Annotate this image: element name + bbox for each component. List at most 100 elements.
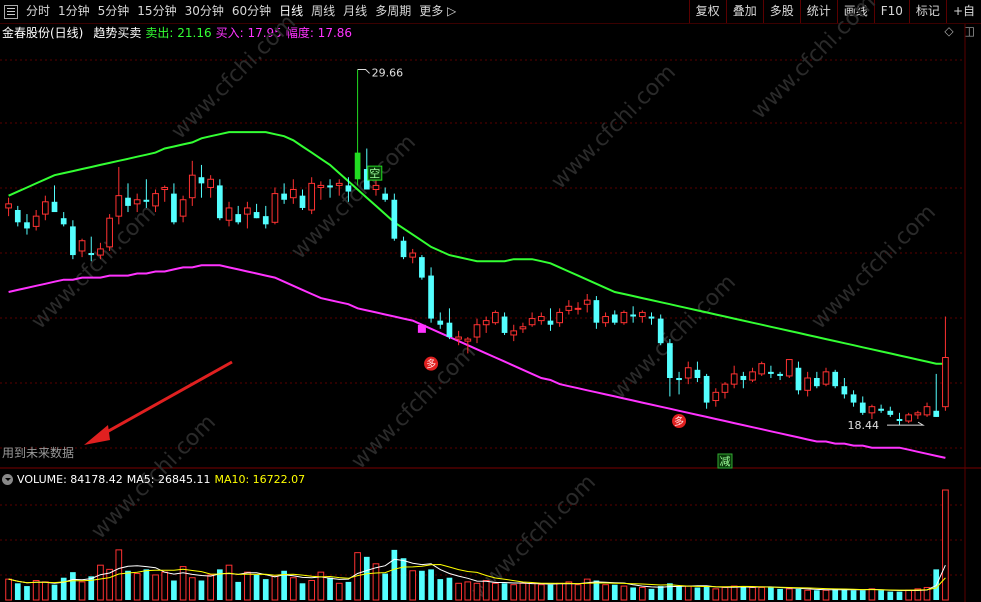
candle-body xyxy=(482,320,490,326)
volume-bar xyxy=(409,570,417,601)
volume-bar xyxy=(299,583,306,600)
candle-body xyxy=(171,193,177,223)
volume-bar xyxy=(188,577,196,601)
candle-body xyxy=(299,195,306,208)
candle-body xyxy=(923,406,931,416)
low-pointer xyxy=(887,421,925,426)
note-arrow-head xyxy=(84,425,110,445)
candle-body xyxy=(253,212,260,219)
volume-bar xyxy=(106,568,113,601)
volume-bar xyxy=(602,584,609,601)
volume-bar xyxy=(547,584,554,600)
candle-body xyxy=(832,371,839,387)
volume-bar xyxy=(859,590,866,600)
candle-body xyxy=(70,226,76,256)
candle-body xyxy=(712,391,720,402)
volume-bar xyxy=(363,556,370,600)
volume-bar xyxy=(896,591,903,600)
volume-bar xyxy=(60,577,67,600)
candle-body xyxy=(510,330,518,336)
volume-bar xyxy=(308,580,316,601)
volume-bar xyxy=(372,563,380,601)
candle-body xyxy=(942,357,949,408)
volume-bar xyxy=(437,579,444,600)
candle-body xyxy=(749,371,756,381)
candle-body xyxy=(896,418,903,422)
volume-bar xyxy=(464,581,472,601)
candle-body xyxy=(244,207,251,215)
candle-body xyxy=(262,216,269,225)
watermark-text: www.cfchi.com xyxy=(747,0,881,124)
volume-bar xyxy=(345,581,352,600)
volume-bar xyxy=(24,586,30,600)
volume-bar xyxy=(684,585,692,601)
candle-body xyxy=(24,222,30,229)
volume-bar xyxy=(721,586,729,601)
high-pointer xyxy=(357,68,370,74)
candle-body xyxy=(703,375,710,403)
volume-bar xyxy=(648,588,655,600)
volume-bar xyxy=(473,582,481,601)
future-data-note: 用到未来数据 xyxy=(2,446,75,460)
candle-body xyxy=(161,186,169,191)
volume-bar xyxy=(667,583,673,600)
candle-body xyxy=(78,240,86,252)
candle-body xyxy=(859,402,866,413)
candle-body xyxy=(657,318,664,344)
candle-body xyxy=(400,240,407,258)
volume-bar xyxy=(887,591,894,600)
kline-chart[interactable]: www.cfchi.comwww.cfchi.comwww.cfchi.comw… xyxy=(0,0,981,602)
jian-marker-label: 减 xyxy=(719,455,730,468)
volume-bar xyxy=(78,581,86,601)
volume-bar xyxy=(14,583,21,600)
candle-body xyxy=(60,218,67,225)
volume-bar xyxy=(620,585,628,601)
volume-bar xyxy=(253,574,260,600)
candle-body xyxy=(841,386,848,395)
candle-body xyxy=(97,248,104,256)
watermark-text: www.cfchi.com xyxy=(27,200,161,334)
volume-bar xyxy=(528,582,536,601)
volume-bar xyxy=(501,583,508,600)
volume-bar xyxy=(492,582,499,601)
candle-body xyxy=(409,252,417,258)
candle-body xyxy=(88,253,95,256)
candle-body xyxy=(455,336,462,340)
candle-body xyxy=(813,378,820,387)
volume-bar xyxy=(133,573,141,601)
volume-bar xyxy=(271,575,279,601)
volume-bar xyxy=(777,588,783,600)
candle-body xyxy=(648,316,655,319)
volume-bar xyxy=(97,564,104,601)
volume-bar xyxy=(611,584,618,600)
volume-bar xyxy=(207,574,214,601)
volume-bar xyxy=(446,577,453,600)
volume-bar xyxy=(510,584,518,601)
volume-info-line: VOLUME: 84178.42 MA5: 26845.11 MA10: 167… xyxy=(2,473,305,486)
volume-dropdown-icon[interactable] xyxy=(2,474,13,485)
candle-body xyxy=(464,338,472,342)
volume-bar xyxy=(32,580,40,601)
volume-bar xyxy=(832,588,839,600)
candle-body xyxy=(758,363,766,375)
candle-body xyxy=(611,314,618,323)
candle-body xyxy=(740,375,747,381)
candle-body xyxy=(51,201,58,213)
candle-body xyxy=(887,410,894,415)
volume-bar xyxy=(730,585,738,601)
candle-body xyxy=(428,275,434,319)
candle-body xyxy=(133,199,141,205)
duo-marker-label: 多 xyxy=(674,415,684,428)
candle-body xyxy=(730,373,738,385)
candle-body xyxy=(106,217,113,248)
candle-body xyxy=(281,193,287,200)
candle-body xyxy=(933,410,940,417)
watermark-text: www.cfchi.com xyxy=(347,340,481,474)
volume-bar xyxy=(179,566,187,601)
candle-body xyxy=(804,377,811,391)
candle-body xyxy=(152,193,159,207)
volume-bar xyxy=(537,584,545,601)
volume-bar xyxy=(519,582,527,601)
candle-body xyxy=(207,178,214,188)
high-label: 29.66 xyxy=(372,66,404,79)
